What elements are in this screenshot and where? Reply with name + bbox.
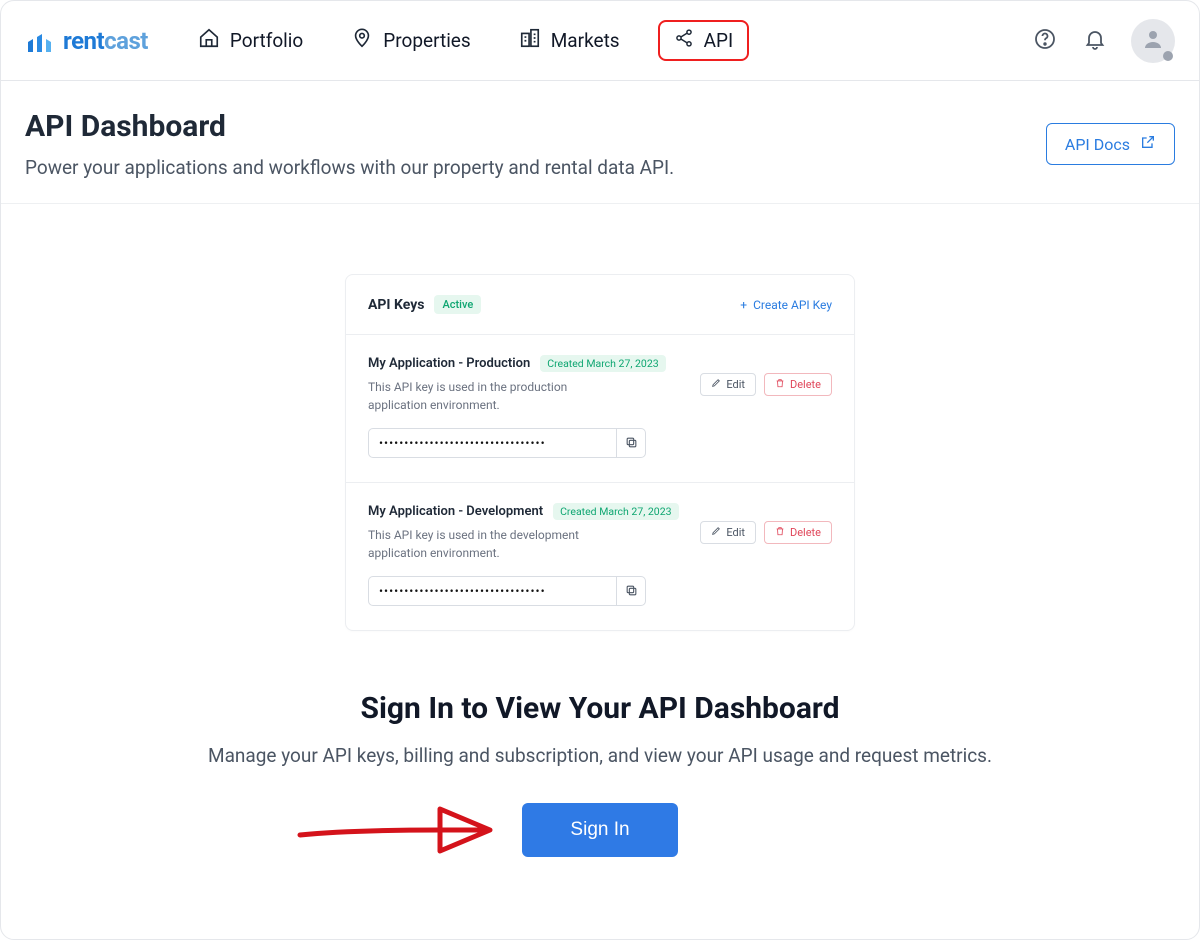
page-title: API Dashboard (25, 109, 1046, 144)
api-key-field[interactable]: ••••••••••••••••••••••••••••••••• (368, 428, 616, 458)
plus-icon: + (740, 298, 747, 312)
api-keys-card: API Keys Active + Create API Key My Appl… (345, 274, 855, 631)
api-key-row: My Application - Development Created Mar… (346, 482, 854, 630)
create-api-key-button[interactable]: + Create API Key (740, 298, 832, 312)
signin-button[interactable]: Sign In (522, 803, 677, 857)
home-icon (198, 27, 220, 54)
logo-text: rentcast (63, 27, 148, 55)
trash-icon (775, 378, 785, 391)
copy-button[interactable] (616, 428, 646, 458)
signin-section: Sign In to View Your API Dashboard Manag… (1, 691, 1199, 857)
top-nav-right (1031, 19, 1175, 63)
created-badge: Created March 27, 2023 (553, 503, 678, 520)
nav-label: Portfolio (230, 29, 303, 52)
status-badge: Active (434, 295, 481, 314)
help-icon (1033, 27, 1057, 55)
edit-button[interactable]: Edit (700, 373, 756, 396)
nav-label: API (704, 29, 734, 52)
copy-button[interactable] (616, 576, 646, 606)
bell-icon (1083, 27, 1107, 55)
nav-portfolio[interactable]: Portfolio (188, 21, 313, 60)
nav-items: Portfolio Properties Markets API (188, 20, 749, 61)
card-title: API Keys (368, 297, 424, 313)
buildings-icon (519, 27, 541, 54)
api-key-desc: This API key is used in the production a… (368, 378, 628, 414)
nav-properties[interactable]: Properties (341, 21, 480, 60)
share-nodes-icon (674, 28, 694, 53)
trash-icon (775, 526, 785, 539)
page-header: API Dashboard Power your applications an… (1, 81, 1199, 204)
page-subtitle: Power your applications and workflows wi… (25, 156, 1046, 179)
nav-label: Markets (551, 29, 620, 52)
annotation-arrow (290, 795, 500, 869)
pencil-icon (711, 526, 721, 539)
presence-dot (1163, 51, 1173, 61)
pin-icon (351, 27, 373, 54)
nav-markets[interactable]: Markets (509, 21, 630, 60)
api-key-field[interactable]: ••••••••••••••••••••••••••••••••• (368, 576, 616, 606)
avatar-button[interactable] (1131, 19, 1175, 63)
edit-button[interactable]: Edit (700, 521, 756, 544)
signin-subtitle: Manage your API keys, billing and subscr… (1, 744, 1199, 767)
top-nav: rentcast Portfolio Properties Market (1, 1, 1199, 81)
card-wrap: API Keys Active + Create API Key My Appl… (1, 204, 1199, 631)
external-link-icon (1140, 134, 1156, 154)
copy-icon (625, 434, 638, 453)
logo-icon (25, 26, 55, 56)
api-key-name: My Application - Production (368, 356, 530, 371)
api-key-desc: This API key is used in the development … (368, 526, 628, 562)
nav-api[interactable]: API (658, 20, 750, 61)
api-key-row: My Application - Production Created Marc… (346, 334, 854, 482)
signin-title: Sign In to View Your API Dashboard (1, 691, 1199, 726)
pencil-icon (711, 378, 721, 391)
app-frame: rentcast Portfolio Properties Market (0, 0, 1200, 940)
created-badge: Created March 27, 2023 (540, 355, 665, 372)
delete-button[interactable]: Delete (764, 373, 832, 396)
delete-button[interactable]: Delete (764, 521, 832, 544)
notifications-button[interactable] (1081, 27, 1109, 55)
api-key-name: My Application - Development (368, 504, 543, 519)
help-button[interactable] (1031, 27, 1059, 55)
create-label: Create API Key (753, 298, 832, 312)
card-header: API Keys Active + Create API Key (346, 275, 854, 334)
user-icon (1141, 27, 1165, 55)
logo[interactable]: rentcast (25, 26, 148, 56)
api-docs-label: API Docs (1065, 135, 1130, 154)
api-docs-button[interactable]: API Docs (1046, 123, 1175, 165)
nav-label: Properties (383, 29, 470, 52)
copy-icon (625, 582, 638, 601)
